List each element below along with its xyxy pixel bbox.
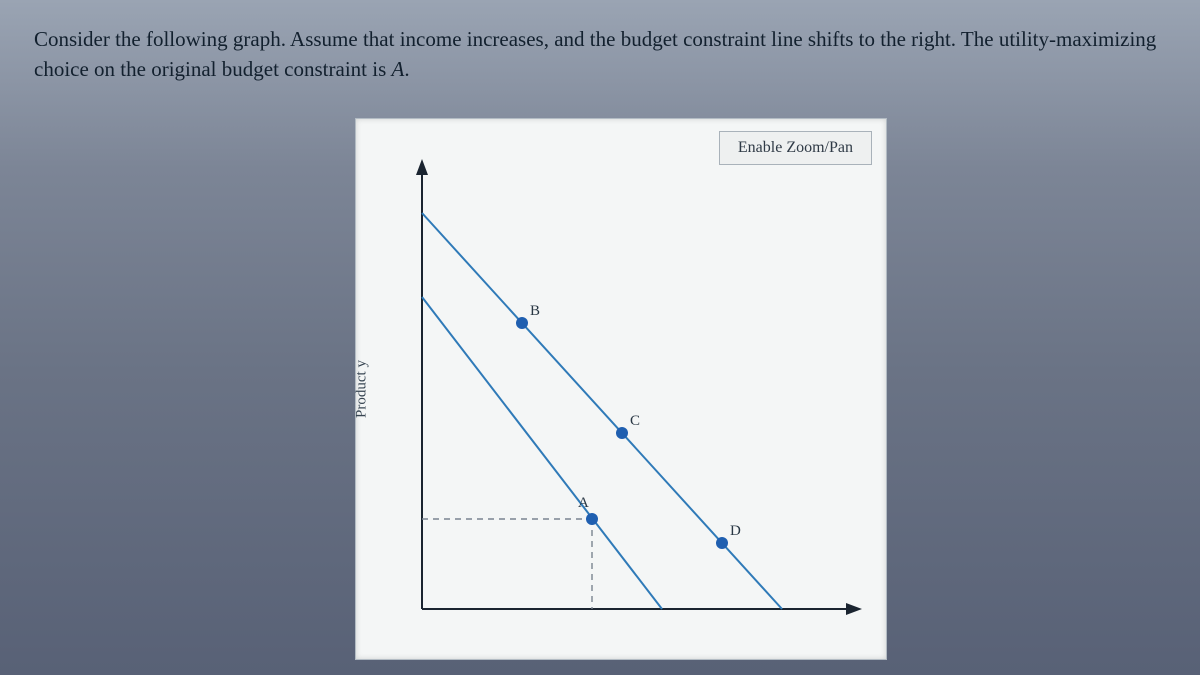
point-C <box>616 427 628 439</box>
budget-line-shifted <box>422 213 782 609</box>
budget-constraint-graph: A B C D <box>402 149 872 649</box>
point-B <box>516 317 528 329</box>
point-A-label: A <box>578 495 589 511</box>
point-D-label: D <box>730 523 741 539</box>
question-text: Consider the following graph. Assume tha… <box>0 0 1200 85</box>
graph-container: Enable Zoom/Pan Product y A B C D <box>355 118 887 660</box>
point-C-label: C <box>630 413 640 429</box>
point-B-label: B <box>530 303 540 319</box>
y-axis-label: Product y <box>354 360 371 418</box>
point-A <box>586 513 598 525</box>
point-D <box>716 537 728 549</box>
